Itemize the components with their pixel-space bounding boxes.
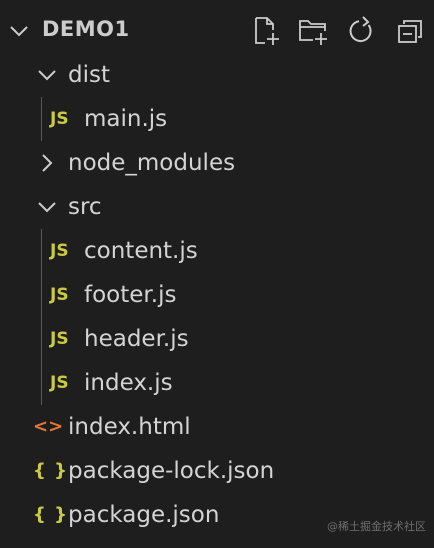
file-label: package.json (68, 502, 220, 528)
chevron-down-icon[interactable] (6, 18, 32, 44)
chevron-down-icon (34, 62, 60, 88)
new-file-icon[interactable] (250, 15, 282, 47)
file-label: content.js (84, 238, 198, 264)
workspace-title: DEMO1 (42, 17, 130, 41)
json-file-icon: { } (33, 460, 68, 481)
watermark: @稀土掘金技术社区 (327, 520, 426, 533)
file-label: footer.js (84, 282, 177, 308)
javascript-file-icon: JS (50, 285, 69, 305)
new-folder-icon[interactable] (297, 15, 329, 47)
javascript-file-icon: JS (50, 329, 69, 349)
refresh-icon[interactable] (345, 15, 377, 47)
tree-item-index-js[interactable]: JS index.js (0, 361, 434, 405)
tree-item-src[interactable]: src (0, 185, 434, 229)
tree-item-header-js[interactable]: JS header.js (0, 317, 434, 361)
javascript-file-icon: JS (50, 241, 69, 261)
file-label: package-lock.json (68, 458, 275, 484)
json-file-icon: { } (33, 504, 68, 525)
tree-item-node-modules[interactable]: node_modules (0, 141, 434, 185)
explorer-header[interactable]: DEMO1 (0, 9, 434, 53)
file-label: header.js (84, 326, 189, 352)
tree-item-package-lock-json[interactable]: { } package-lock.json (0, 449, 434, 493)
tree-item-dist[interactable]: dist (0, 53, 434, 97)
chevron-down-icon (34, 194, 60, 220)
folder-label: dist (68, 62, 110, 88)
folder-label: node_modules (68, 150, 236, 176)
javascript-file-icon: JS (50, 109, 69, 129)
html-file-icon: <> (33, 416, 64, 437)
tree-item-footer-js[interactable]: JS footer.js (0, 273, 434, 317)
tree-item-content-js[interactable]: JS content.js (0, 229, 434, 273)
file-label: index.js (84, 370, 173, 396)
file-explorer: DEMO1 dist JS main.js node_modules src J… (0, 0, 434, 548)
file-label: main.js (84, 106, 168, 132)
folder-label: src (68, 194, 102, 220)
file-label: index.html (68, 414, 191, 440)
javascript-file-icon: JS (50, 373, 69, 393)
tree-item-index-html[interactable]: <> index.html (0, 405, 434, 449)
tree-item-main-js[interactable]: JS main.js (0, 97, 434, 141)
chevron-right-icon (34, 150, 60, 176)
collapse-all-icon[interactable] (394, 15, 426, 47)
